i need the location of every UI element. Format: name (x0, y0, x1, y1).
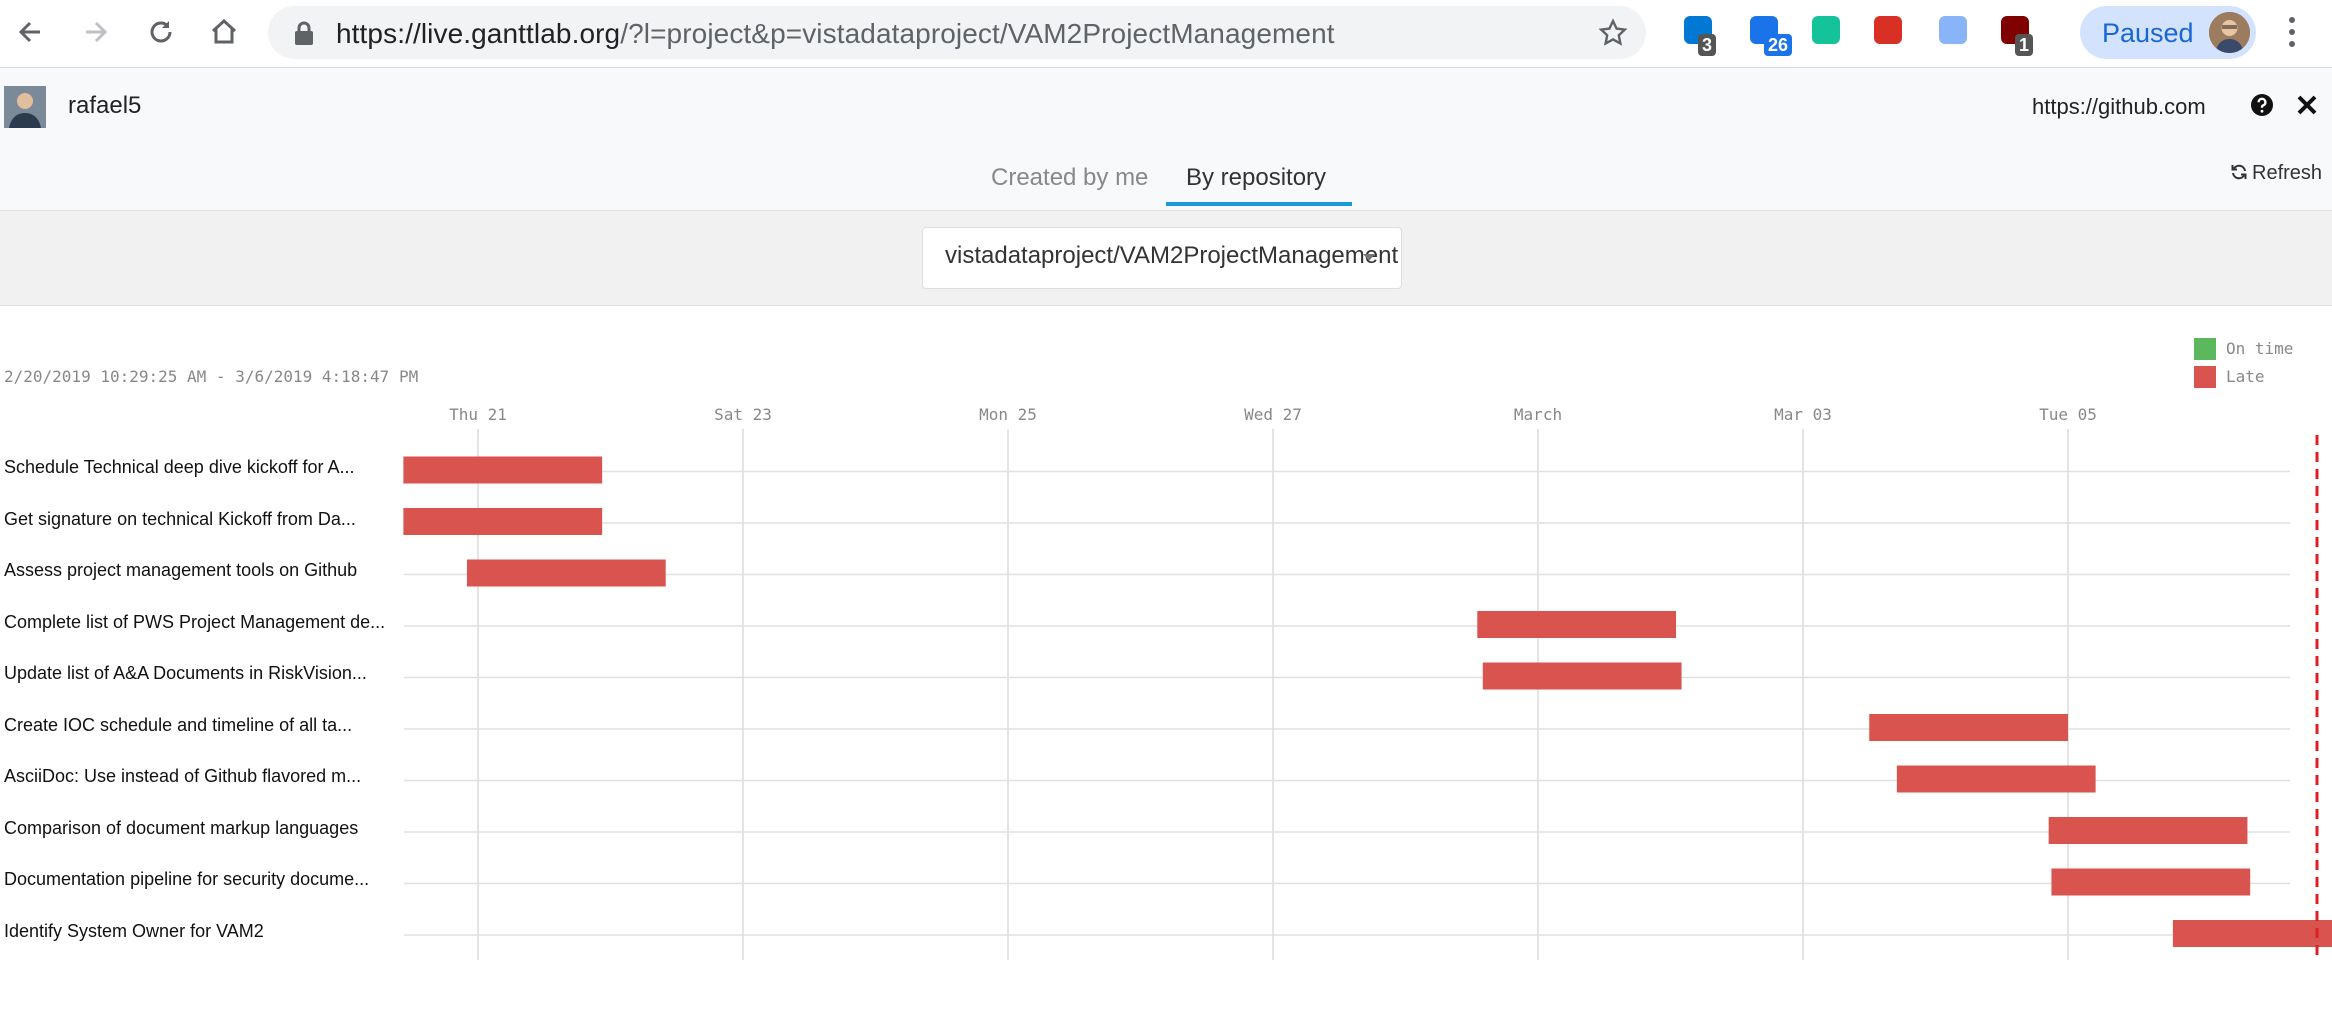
task-label: Assess project management tools on Githu… (4, 560, 358, 580)
task-label: Create IOC schedule and timeline of all … (4, 714, 353, 735)
task-label: AsciiDoc: Use instead of Github flavored… (4, 766, 362, 786)
profile-avatar (2209, 12, 2250, 53)
repository-select[interactable]: vistadataproject/VAM2ProjectManagement (922, 227, 1402, 289)
task-bar[interactable] (1482, 662, 1682, 690)
task-label: Schedule Technical deep dive kickoff for… (4, 457, 355, 477)
task-bar[interactable] (403, 456, 603, 484)
server-url: https://github.com (2032, 94, 2206, 119)
task-label: Get signature on technical Kickoff from … (4, 508, 356, 529)
grammarly-extension-icon[interactable] (1808, 12, 1848, 52)
task-bar[interactable] (403, 508, 603, 535)
video-extension-icon[interactable] (1870, 12, 1910, 52)
axis-tick-label: Thu 21 (449, 405, 507, 424)
gantt-grid (403, 429, 2332, 960)
axis-tick-label: Mar 03 (1774, 405, 1832, 424)
axis-tick-label: March (1513, 405, 1563, 424)
clipboard-extension-icon[interactable]: 26 (1746, 12, 1793, 56)
forward-arrow-icon[interactable] (76, 12, 116, 52)
gantt-chart: 2/20/2019 10:29:25 AM - 3/6/2019 4:18:47… (0, 305, 2332, 1012)
user-avatar (4, 86, 46, 128)
lock-icon (295, 21, 313, 45)
task-label: Update list of A&A Documents in RiskVisi… (4, 663, 367, 683)
task-label: Comparison of document markup languages (4, 817, 359, 838)
task-label: Documentation pipeline for security docu… (4, 869, 370, 889)
ublock-extension-icon[interactable]: 1 (1997, 12, 2037, 56)
extension-badge: 3 (1698, 34, 1717, 56)
notebook-extension-icon[interactable] (1935, 12, 1975, 52)
app-header: rafael5 https://github.com Created by me… (0, 68, 2332, 210)
task-bar[interactable] (1896, 765, 2096, 793)
profile-status: Paused (2102, 18, 2194, 48)
axis-tick-label: Wed 27 (1244, 405, 1302, 424)
task-label: Complete list of PWS Project Management … (4, 611, 386, 632)
active-tab-indicator (1166, 202, 1352, 206)
task-bar[interactable] (466, 559, 666, 587)
skype-extension-icon[interactable]: 3 (1680, 12, 1720, 56)
task-label: Identify System Owner for VAM2 (4, 920, 264, 941)
url-host: https://live.ganttlab.org (336, 18, 621, 49)
url-path: /?l=project&p=vistadataproject/VAM2Proje… (620, 18, 1335, 49)
username: rafael5 (68, 92, 142, 119)
task-bar[interactable] (1869, 714, 2068, 741)
help-icon[interactable] (2250, 93, 2274, 117)
refresh-icon (2231, 164, 2247, 180)
url-text[interactable]: https://live.ganttlab.org/?l=project&p=v… (336, 18, 1335, 50)
task-bar[interactable] (2172, 920, 2332, 947)
task-bar[interactable] (1477, 611, 1677, 638)
repository-select-value: vistadataproject/VAM2ProjectManagement (945, 242, 1399, 269)
axis-tick-label: Tue 05 (2039, 405, 2097, 424)
home-icon[interactable] (204, 12, 244, 52)
chevron-down-icon (1363, 254, 1375, 261)
refresh-label: Refresh (2252, 162, 2323, 184)
close-icon[interactable] (2296, 94, 2318, 116)
extension-badge: 26 (1764, 34, 1793, 56)
extension-badge: 1 (2015, 34, 2034, 56)
browser-menu-icon[interactable] (2282, 14, 2302, 50)
profile-button[interactable]: Paused (2080, 6, 2256, 59)
task-bar[interactable] (2051, 868, 2251, 896)
back-arrow-icon[interactable] (10, 12, 50, 52)
task-bar[interactable] (2048, 817, 2248, 844)
refresh-button[interactable]: Refresh (2230, 162, 2322, 185)
bookmark-star-icon[interactable] (1598, 18, 1628, 48)
reload-icon[interactable] (141, 12, 181, 52)
axis-tick-label: Mon 25 (979, 405, 1037, 424)
tab-created-by-me[interactable]: Created by me (991, 164, 1148, 208)
address-bar[interactable]: https://live.ganttlab.org/?l=project&p=v… (268, 6, 1646, 59)
repository-selector-bar: vistadataproject/VAM2ProjectManagement (0, 210, 2332, 306)
browser-toolbar: https://live.ganttlab.org/?l=project&p=v… (0, 0, 2332, 68)
axis-tick-label: Sat 23 (714, 405, 772, 424)
